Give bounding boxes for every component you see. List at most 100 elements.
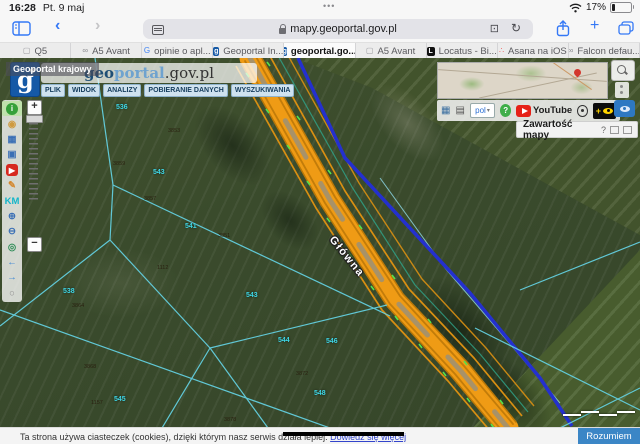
forward-button[interactable]: ›: [95, 17, 100, 35]
extensions-icon[interactable]: ⊡: [490, 22, 499, 35]
main-menu: PLIKWIDOKANALIZYPOBIERANIE DANYCH WYSZUKI…: [41, 84, 294, 97]
sidebar-icon[interactable]: [12, 21, 31, 36]
panel-title: Zawartość mapy: [523, 119, 601, 141]
visibility-button[interactable]: [614, 100, 635, 117]
draw-tool[interactable]: ✎: [2, 178, 22, 193]
help-icon[interactable]: ?: [500, 104, 511, 117]
tab-favicon: ▢: [366, 47, 374, 55]
tab-favicon: L: [427, 47, 435, 56]
identify-tool[interactable]: ◉: [2, 116, 22, 131]
browser-tab[interactable]: L Locatus - Bi...: [427, 43, 498, 59]
survey-point-label: 3868: [84, 364, 96, 370]
tab-favicon: ∞: [82, 47, 88, 55]
tab-label: A5 Avant: [377, 46, 415, 57]
menu-item[interactable]: WIDOK: [68, 84, 100, 97]
panel-help-icon[interactable]: ?: [601, 125, 606, 135]
language-select[interactable]: pol▾: [470, 103, 495, 118]
browser-tab[interactable]: ▢ A5 Avant: [356, 43, 427, 59]
youtube-icon[interactable]: [516, 105, 531, 117]
browser-tab[interactable]: g geoportal.go...: [284, 43, 355, 59]
menu-item[interactable]: WYSZUKIWANIA: [231, 84, 295, 97]
browser-tab[interactable]: ∞ A5 Avant: [71, 43, 142, 59]
redaction-bar: [283, 432, 404, 436]
battery-percent: 17%: [586, 2, 606, 13]
zoom-out-tool[interactable]: ⊖: [2, 224, 22, 239]
eye-icon: [620, 106, 630, 112]
accessibility-icon[interactable]: [577, 105, 588, 117]
zoom-in-tool[interactable]: ⊕: [2, 209, 22, 224]
parcel-number-label: 548: [314, 390, 326, 397]
panel-handle[interactable]: [615, 82, 629, 98]
measure-tool[interactable]: KM: [2, 193, 22, 208]
parcel-number-label: 546: [326, 338, 338, 345]
new-tab-icon[interactable]: +: [590, 17, 599, 35]
export-tool[interactable]: ▶: [2, 163, 22, 178]
tabs-overview-icon[interactable]: [618, 21, 634, 35]
search-button[interactable]: [611, 60, 635, 81]
survey-point-label: 3857: [144, 196, 156, 202]
tab-label: Locatus - Bi...: [439, 46, 497, 57]
parcel-number-label: 538: [63, 288, 75, 295]
menu-item[interactable]: POBIERANIE DANYCH: [144, 84, 227, 97]
survey-point-label: 1112: [157, 265, 168, 271]
zoom-in-button[interactable]: +: [27, 100, 42, 115]
address-bar[interactable]: mapy.geoportal.gov.pl ⊡ ↻: [143, 19, 533, 39]
next-view-tool[interactable]: →: [2, 270, 22, 285]
survey-point-label: 3859: [113, 161, 125, 167]
url-text: mapy.geoportal.gov.pl: [290, 23, 397, 35]
map-tool-strip: i ◉ ▦ ▣ ▶ ✎ KM ⊕ ⊖ ◎: [2, 100, 22, 302]
reload-icon[interactable]: ↻: [511, 21, 521, 35]
contrast-eye-icon: [603, 108, 613, 114]
browser-tab[interactable]: ∞ Falcon defau...: [569, 43, 640, 59]
menu-item[interactable]: ANALIZY: [103, 84, 141, 97]
survey-point-label: 3853: [168, 128, 180, 134]
overview-map-label: Geoportal krajowy: [6, 62, 99, 76]
history-tool[interactable]: ○: [2, 286, 22, 301]
date: Pt. 9 maj: [43, 2, 84, 14]
survey-point-label: 3851: [218, 233, 230, 239]
panel-minimize-icon[interactable]: [610, 126, 619, 134]
map-viewport[interactable]: 536543541538543544546545548 385338593857…: [0, 58, 640, 427]
tab-favicon: ▢: [23, 47, 31, 55]
browser-tab[interactable]: ▢ Q5: [0, 43, 71, 59]
layers-grid-tool[interactable]: ▦: [2, 132, 22, 147]
map-frame-tool[interactable]: ▣: [2, 147, 22, 162]
tab-label: geoportal.go...: [291, 46, 356, 57]
panel-close-icon[interactable]: [623, 126, 632, 134]
zoom-out-button[interactable]: −: [27, 237, 42, 252]
browser-tab[interactable]: G opinie o apl...: [142, 43, 213, 59]
tab-label: Q5: [34, 46, 47, 57]
parcel-number-label: 545: [114, 396, 126, 403]
menu-item[interactable]: PLIK: [41, 84, 65, 97]
tab-favicon: G: [144, 47, 150, 55]
scale-bar: [563, 411, 639, 418]
browser-tab[interactable]: ∴ Asana na iOS: [498, 43, 569, 59]
high-contrast-toggle[interactable]: +: [593, 103, 616, 119]
browser-tab[interactable]: g Geoportal In...: [213, 43, 284, 59]
tab-favicon: g: [284, 47, 286, 56]
cookie-accept-button[interactable]: Rozumiem: [578, 428, 640, 444]
back-button[interactable]: ‹: [55, 17, 60, 35]
zoom-slider-handle[interactable]: [26, 115, 43, 123]
safari-toolbar: ‹ › mapy.geoportal.gov.pl ⊡ ↻ +: [0, 16, 640, 42]
layout-grid-icon[interactable]: ▦: [441, 105, 450, 116]
info-tool[interactable]: i: [2, 101, 22, 116]
previous-view-tool[interactable]: ←: [2, 255, 22, 270]
battery-icon: [610, 2, 632, 13]
tab-label: Falcon defau...: [577, 46, 640, 57]
globe-tool[interactable]: ◎: [2, 240, 22, 255]
share-icon[interactable]: [556, 20, 570, 37]
map-contents-panel[interactable]: Zawartość mapy ?: [516, 121, 638, 138]
cellular-dots-icon: •••: [323, 1, 335, 11]
survey-point-label: 3864: [72, 303, 84, 309]
page-menu-icon[interactable]: [152, 25, 164, 35]
parcel-number-label: 541: [185, 223, 197, 230]
clock: 16:28: [9, 2, 36, 14]
overview-map[interactable]: [437, 62, 608, 99]
tab-bar: ▢ Q5 ∞ A5 Avant G opinie o apl... g Geop…: [0, 42, 640, 59]
survey-point-label: 3878: [224, 417, 236, 423]
wifi-icon: [569, 3, 582, 13]
print-icon[interactable]: ▤: [455, 105, 464, 116]
youtube-label[interactable]: YouTube: [533, 105, 572, 116]
zoom-slider-track[interactable]: [29, 123, 38, 203]
